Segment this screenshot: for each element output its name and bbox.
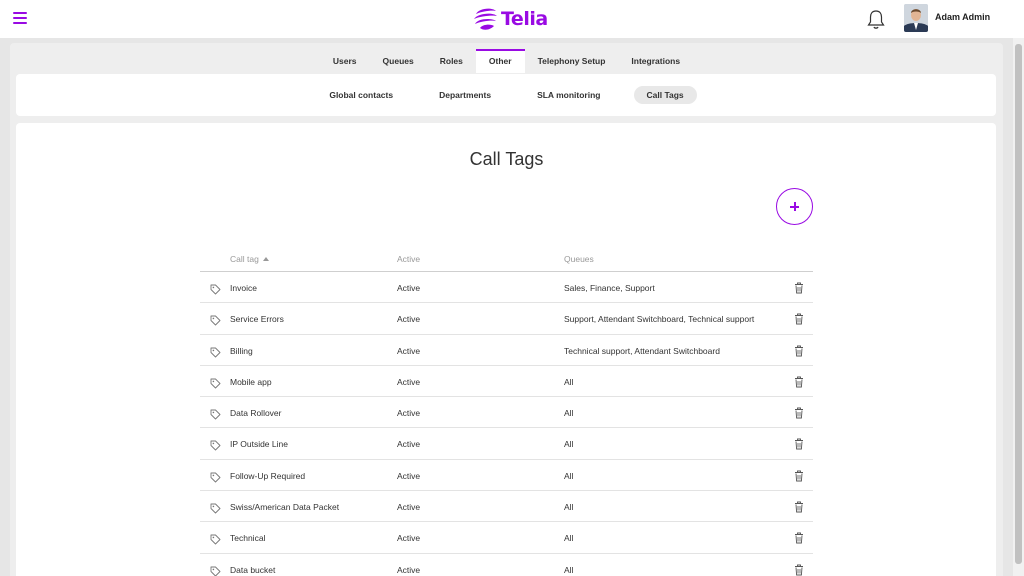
table-row[interactable]: Invoice Active Sales, Finance, Support (200, 272, 813, 304)
call-tag-queues: All (564, 439, 574, 450)
subtab-sla-monitoring[interactable]: SLA monitoring (524, 86, 613, 104)
page-scrollbar[interactable] (1013, 38, 1024, 576)
telia-pebble-icon (474, 8, 497, 30)
notification-bell-icon[interactable] (866, 8, 886, 30)
main-tabs: Users Queues Roles Other Telephony Setup… (0, 49, 1013, 73)
call-tag-name: Data bucket (230, 564, 276, 575)
call-tag-name: Billing (230, 345, 253, 356)
subtab-call-tags[interactable]: Call Tags (633, 86, 697, 104)
tab-other[interactable]: Other (475, 49, 525, 73)
call-tag-name: Service Errors (230, 314, 284, 325)
telia-logo[interactable]: Telia (472, 5, 548, 33)
table-row[interactable]: IP Outside Line Active All (200, 428, 813, 460)
call-tag-status: Active (397, 470, 421, 481)
tab-telephony-setup[interactable]: Telephony Setup (525, 49, 619, 73)
tab-queues[interactable]: Queues (370, 49, 427, 73)
table-row[interactable]: Swiss/American Data Packet Active All (200, 491, 813, 523)
table-row[interactable]: Data Rollover Active All (200, 397, 813, 429)
user-avatar[interactable] (904, 4, 928, 32)
tag-icon (210, 470, 221, 483)
delete-trash-icon[interactable] (794, 500, 804, 513)
column-header-active[interactable]: Active (397, 254, 420, 264)
top-header: Telia Adam Admin (0, 0, 1024, 38)
tag-icon (210, 313, 221, 326)
table-row[interactable]: Service Errors Active Support, Attendant S… (200, 303, 813, 335)
delete-trash-icon[interactable] (794, 375, 804, 388)
tag-icon (210, 564, 221, 576)
call-tag-name: Technical (230, 533, 266, 544)
column-header-call-tag[interactable]: Call tag (230, 254, 269, 264)
subtab-departments[interactable]: Departments (426, 86, 504, 104)
brand-name: Telia (501, 8, 548, 30)
sub-tabs: Global contacts Departments SLA monitori… (0, 86, 1013, 104)
page-title: Call Tags (469, 149, 544, 169)
call-tag-queues: All (564, 470, 574, 481)
delete-trash-icon[interactable] (794, 469, 804, 482)
tab-roles[interactable]: Roles (427, 49, 476, 73)
table-row[interactable]: Technical Active All (200, 522, 813, 554)
delete-trash-icon[interactable] (794, 406, 804, 419)
call-tag-name: IP Outside Line (230, 439, 288, 450)
tag-icon (210, 282, 221, 295)
hamburger-menu-icon[interactable] (13, 12, 27, 24)
delete-trash-icon[interactable] (794, 312, 804, 325)
call-tag-name: Follow-Up Required (230, 470, 306, 481)
table-row[interactable]: Mobile app Active All (200, 366, 813, 398)
delete-trash-icon[interactable] (794, 563, 804, 576)
call-tag-queues: All (564, 564, 574, 575)
column-header-queues[interactable]: Queues (564, 254, 594, 264)
tag-icon (210, 345, 221, 358)
call-tag-queues: All (564, 533, 574, 544)
call-tag-status: Active (397, 283, 421, 293)
call-tag-queues: All (564, 376, 574, 387)
call-tag-status: Active (397, 564, 421, 575)
user-name[interactable]: Adam Admin (935, 12, 990, 22)
call-tag-name: Swiss/American Data Packet (230, 502, 340, 513)
tag-icon (210, 438, 221, 451)
call-tag-status: Active (397, 345, 421, 356)
subtab-global-contacts[interactable]: Global contacts (316, 86, 406, 104)
tag-icon (210, 501, 221, 514)
tab-integrations[interactable]: Integrations (618, 49, 693, 73)
call-tag-queues: Support, Attendant Switchboard, Technica… (564, 314, 755, 325)
delete-trash-icon[interactable] (794, 531, 804, 544)
table-header: Call tag Active Queues (200, 248, 813, 272)
table-row[interactable]: Billing Active Technical support, Attendan… (200, 335, 813, 366)
sort-ascending-icon (262, 257, 269, 261)
call-tag-name: Invoice (230, 283, 257, 293)
call-tag-queues: All (564, 408, 574, 419)
call-tag-status: Active (397, 439, 421, 450)
call-tag-status: Active (397, 314, 421, 325)
table-row[interactable]: Follow-Up Required Active All (200, 460, 813, 492)
call-tag-status: Active (397, 376, 421, 387)
tag-icon (210, 407, 221, 420)
call-tag-queues: All (564, 502, 574, 513)
delete-trash-icon[interactable] (794, 281, 804, 294)
table-row[interactable]: Data bucket Active All (200, 554, 813, 576)
tag-icon (210, 376, 221, 389)
tag-icon (210, 532, 221, 545)
scrollbar-thumb[interactable] (1015, 44, 1022, 564)
call-tag-name: Data Rollover (230, 408, 282, 419)
call-tag-queues: Technical support, Attendant Switchboard (564, 345, 720, 356)
tab-users[interactable]: Users (320, 49, 370, 73)
call-tag-name: Mobile app (230, 376, 272, 387)
add-call-tag-button[interactable] (776, 188, 813, 225)
call-tag-queues: Sales, Finance, Support (564, 283, 655, 293)
call-tag-status: Active (397, 502, 421, 513)
call-tag-status: Active (397, 533, 421, 544)
delete-trash-icon[interactable] (794, 344, 804, 357)
delete-trash-icon[interactable] (794, 437, 804, 450)
call-tag-status: Active (397, 408, 421, 419)
call-tags-table: Call tag Active Queues Invoice Active Sale… (200, 248, 813, 576)
